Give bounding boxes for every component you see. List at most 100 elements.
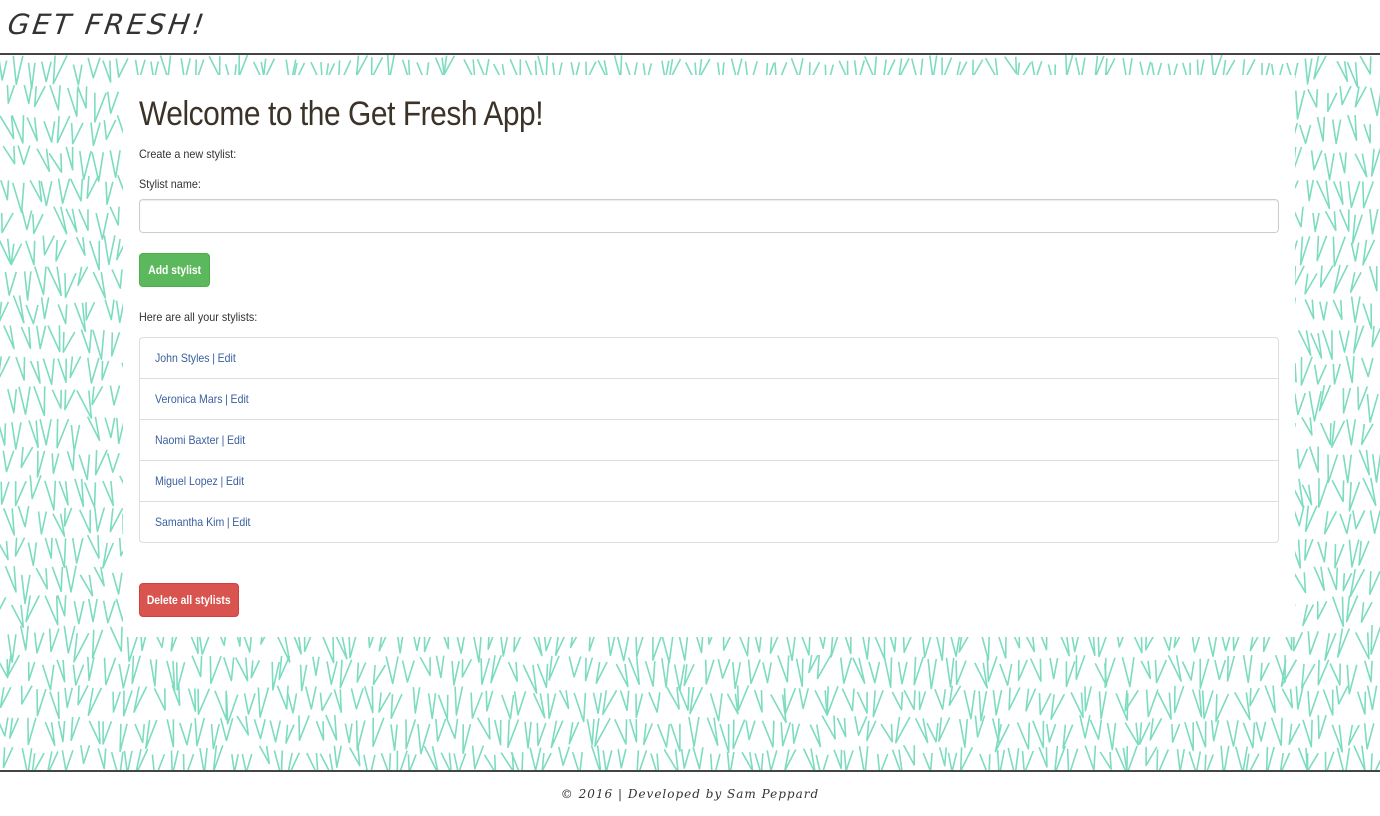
spike-shape <box>32 213 44 235</box>
spike-shape <box>461 658 473 678</box>
stylist-name-input[interactable] <box>139 199 1279 233</box>
spike-shape <box>405 719 417 750</box>
spike-shape <box>1327 454 1339 484</box>
spike-shape <box>1371 453 1380 483</box>
edit-link[interactable]: Edit <box>232 515 250 529</box>
spike-shape <box>36 688 47 717</box>
edit-link[interactable]: Edit <box>218 351 236 365</box>
spike-shape <box>10 243 23 266</box>
edit-link[interactable]: Edit <box>231 392 249 406</box>
spike-shape <box>372 717 385 747</box>
spike-shape <box>2 508 15 536</box>
spike-shape <box>918 691 927 711</box>
edit-link[interactable]: Edit <box>227 433 245 447</box>
spike-shape <box>1281 688 1294 709</box>
spike-shape <box>1302 604 1315 627</box>
spike-shape <box>650 753 660 770</box>
spike-shape <box>435 718 447 742</box>
spike-shape <box>462 724 472 755</box>
spike-shape <box>39 419 52 446</box>
stylist-link-samantha-kim[interactable]: Samantha Kim <box>155 515 224 529</box>
spike-shape <box>1126 745 1138 770</box>
spike-shape <box>656 723 671 748</box>
spike-shape <box>27 661 36 682</box>
spike-shape <box>1008 687 1021 711</box>
spike-shape <box>287 693 298 714</box>
spike-shape <box>673 664 686 692</box>
spike-shape <box>938 747 948 767</box>
spike-shape <box>955 660 967 686</box>
spike-shape <box>594 717 611 748</box>
spike-shape <box>628 718 638 743</box>
spike-shape <box>791 723 801 744</box>
spike-shape <box>1310 332 1323 359</box>
spike-shape <box>692 746 704 770</box>
spike-shape <box>978 690 988 722</box>
spike-shape <box>65 146 74 171</box>
separator: | <box>225 392 228 406</box>
spike-shape <box>1199 658 1210 690</box>
stylists-list: John Styles | Edit Veronica Mars | Edit Naom… <box>139 337 1279 543</box>
spike-shape <box>903 689 916 711</box>
spike-shape <box>93 566 105 587</box>
spike-shape <box>666 686 680 710</box>
spike-shape <box>87 656 95 682</box>
spike-shape <box>333 745 342 769</box>
spike-shape <box>62 331 76 353</box>
spike-shape <box>234 657 249 682</box>
spike-shape <box>86 416 101 442</box>
spike-shape <box>1315 180 1331 210</box>
spike-shape <box>1323 510 1338 535</box>
main-panel: Welcome to the Get Fresh App! Create a n… <box>123 75 1295 637</box>
spike-shape <box>1359 55 1372 75</box>
list-item: Samantha Kim | Edit <box>140 501 1278 542</box>
spike-shape <box>732 661 742 690</box>
spike-shape <box>12 55 24 86</box>
spike-shape <box>1184 721 1194 751</box>
spike-shape <box>762 662 772 684</box>
spike-shape <box>1369 570 1380 596</box>
spike-shape <box>1300 356 1313 386</box>
spike-shape <box>1167 654 1182 682</box>
spike-shape <box>841 688 855 712</box>
edit-link[interactable]: Edit <box>226 474 244 488</box>
spike-shape <box>586 718 595 746</box>
spike-shape <box>179 722 193 746</box>
spike-shape <box>1007 747 1020 770</box>
spike-shape <box>1296 448 1309 470</box>
add-stylist-button[interactable]: Add stylist <box>139 253 210 287</box>
spike-shape <box>1317 659 1330 686</box>
spike-shape <box>49 691 60 720</box>
stylist-link-miguel-lopez[interactable]: Miguel Lopez <box>155 474 218 488</box>
spike-shape <box>80 329 93 354</box>
spike-shape <box>29 180 43 203</box>
spike-shape <box>1351 214 1363 245</box>
spike-shape <box>46 266 62 297</box>
spike-shape <box>1259 662 1270 682</box>
spike-shape <box>27 717 37 746</box>
spike-shape <box>363 754 376 770</box>
spike-shape <box>783 687 797 714</box>
spike-shape <box>1356 691 1367 715</box>
spike-shape <box>1210 720 1220 742</box>
stylist-link-john-styles[interactable]: John Styles <box>155 351 210 365</box>
spike-shape <box>86 534 100 559</box>
stylist-link-veronica-mars[interactable]: Veronica Mars <box>155 392 222 406</box>
spike-shape <box>854 715 868 736</box>
spike-shape <box>996 749 1006 770</box>
spike-shape <box>590 745 602 770</box>
stylist-link-naomi-baxter[interactable]: Naomi Baxter <box>155 433 219 447</box>
spike-shape <box>1327 92 1338 113</box>
spike-shape <box>558 746 571 766</box>
spike-shape <box>683 663 695 687</box>
spike-shape <box>1312 212 1320 233</box>
spike-shape <box>33 632 45 654</box>
spike-shape <box>619 690 630 712</box>
spike-shape <box>109 150 121 179</box>
spike-shape <box>182 753 195 770</box>
delete-all-stylists-button[interactable]: Delete all stylists <box>139 583 239 617</box>
spike-shape <box>868 661 881 684</box>
spike-shape <box>934 688 947 710</box>
brand-logo[interactable]: GET FRESH! <box>6 8 209 41</box>
spike-shape <box>49 85 61 111</box>
